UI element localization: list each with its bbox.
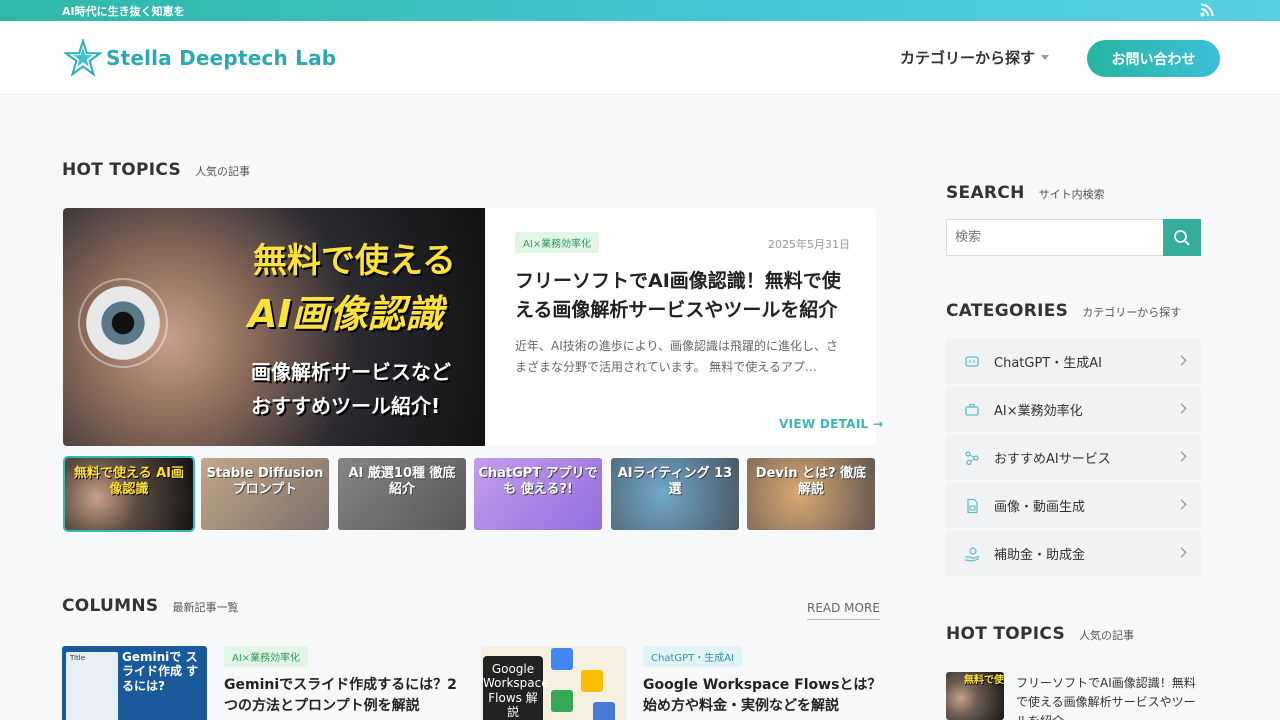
star-logo-icon — [64, 39, 102, 77]
column-article-image[interactable]: Title Geminiで スライド作成 するには? — [62, 646, 207, 720]
thumbnail-slide[interactable]: AI 厳選10種 徹底紹介 — [338, 458, 466, 530]
slide-doc-label: Title — [70, 654, 86, 662]
image-file-icon — [967, 498, 978, 513]
columns-heading: COLUMNS 最新記事一覧 — [62, 596, 238, 616]
thumbnail-caption: AIライティング 13選 — [617, 466, 733, 498]
nav-category-dropdown[interactable]: カテゴリーから探す — [900, 47, 1050, 68]
featured-article-excerpt: 近年、AI技術の進歩により、画像認識は飛躍的に進化し、さまざまな分野で活用されて… — [515, 338, 839, 375]
column-article-image[interactable]: Google Workspace Flows 解説 — [481, 646, 626, 720]
category-item-chatgpt[interactable]: ChatGPT・生成AI — [946, 339, 1201, 384]
nav-category-label: カテゴリーから探す — [900, 49, 1036, 67]
rss-icon[interactable] — [1200, 3, 1214, 17]
category-label: 補助金・助成金 — [994, 548, 1086, 563]
category-label: AI×業務効率化 — [994, 404, 1083, 419]
sidebar-hot-topics-title: HOT TOPICS — [946, 624, 1066, 644]
slide-doc-graphic: Title — [66, 652, 118, 720]
featured-image-line-1: 無料で使える — [253, 241, 456, 281]
search-form — [946, 219, 1201, 256]
category-list: ChatGPT・生成AI AI×業務効率化 おすすめAIサービス 画像・動画生成… — [946, 339, 1201, 579]
featured-article-image[interactable]: 無料で使える AI画像認識 画像解析サービスなど おすすめツール紹介! — [63, 208, 485, 446]
featured-image-line-4: おすすめツール紹介! — [251, 394, 441, 418]
site-tagline: AI時代に生き抜く知恵を — [62, 5, 185, 18]
thumbnail-slide[interactable]: Stable Diffusion プロンプト — [201, 458, 329, 530]
search-button[interactable] — [1163, 219, 1201, 256]
featured-article-body: AI×業務効率化 2025年5月31日 フリーソフトでAI画像認識！無料で使える… — [515, 232, 850, 379]
columns-subtitle: 最新記事一覧 — [172, 601, 239, 614]
site-header: Stella Deeptech Lab カテゴリーから探す お問い合わせ — [0, 21, 1280, 95]
thumbnail-caption: AI 厳選10種 徹底紹介 — [348, 466, 456, 498]
search-icon — [1174, 229, 1190, 246]
thumbnail-caption: 無料で使える AI画像認識 — [73, 466, 185, 498]
app-icon — [581, 670, 603, 692]
featured-image-line-3: 画像解析サービスなど — [251, 360, 451, 384]
logo-text: Stella Deeptech Lab — [106, 46, 337, 70]
columns-title: COLUMNS — [62, 596, 159, 616]
top-bar: AI時代に生き抜く知恵を — [0, 0, 1280, 21]
read-more-link[interactable]: READ MORE — [807, 601, 880, 620]
contact-button[interactable]: お問い合わせ — [1087, 40, 1220, 77]
featured-image-line-2: AI画像認識 — [248, 292, 444, 336]
categories-heading: CATEGORIES カテゴリーから探す — [946, 301, 1181, 321]
categories-subtitle: カテゴリーから探す — [1082, 306, 1182, 319]
featured-article-title[interactable]: フリーソフトでAI画像認識！無料で使える画像解析サービスやツールを紹介 — [515, 267, 850, 326]
thumbnail-caption: Devin とは? 徹底解説 — [755, 466, 867, 498]
thumbnail-slide[interactable]: ChatGPT アプリでも 使える?! — [474, 458, 602, 530]
search-subtitle: サイト内検索 — [1038, 188, 1105, 201]
site-logo[interactable]: Stella Deeptech Lab — [64, 39, 336, 77]
chevron-right-icon — [1176, 547, 1187, 558]
category-item-subsidies[interactable]: 補助金・助成金 — [946, 531, 1201, 576]
search-input[interactable] — [946, 219, 1163, 256]
hot-topics-subtitle: 人気の記事 — [195, 165, 251, 178]
category-item-media-generation[interactable]: 画像・動画生成 — [946, 483, 1201, 528]
hot-topics-heading: HOT TOPICS 人気の記事 — [62, 160, 250, 180]
thumbnail-slide[interactable]: Devin とは? 徹底解説 — [747, 458, 875, 530]
sidebar-hot-article-title[interactable]: フリーソフトでAI画像認識！無料で使える画像解析サービスやツールを紹介 — [1016, 674, 1196, 720]
category-badge[interactable]: AI×業務効率化 — [224, 646, 309, 667]
category-badge[interactable]: AI×業務効率化 — [515, 232, 600, 253]
search-heading: SEARCH サイト内検索 — [946, 183, 1105, 203]
chevron-right-icon — [1176, 355, 1187, 366]
search-title: SEARCH — [946, 183, 1025, 203]
chevron-right-icon — [1176, 451, 1187, 462]
chevron-right-icon — [1176, 499, 1187, 510]
category-label: 画像・動画生成 — [994, 500, 1086, 515]
view-detail-link[interactable]: VIEW DETAIL → — [779, 417, 883, 431]
thumbnail-slide[interactable]: 無料で使える AI画像認識 — [63, 456, 195, 532]
sidebar-hot-topics-subtitle: 人気の記事 — [1079, 629, 1135, 642]
app-icon — [593, 702, 615, 720]
caret-down-icon — [1041, 55, 1050, 60]
column-article-title[interactable]: Google Workspace Flowsとは？始め方や料金・実例などを解説 — [643, 675, 883, 717]
category-item-efficiency[interactable]: AI×業務効率化 — [946, 387, 1201, 432]
eye-graphic — [78, 278, 168, 368]
column-article-title[interactable]: Geminiでスライド作成するには？2つの方法とプロンプト例を解説 — [224, 675, 464, 717]
thumbnail-slide[interactable]: AIライティング 13選 — [611, 458, 739, 530]
app-icon — [551, 648, 573, 670]
category-label: ChatGPT・生成AI — [994, 356, 1102, 371]
chat-bot-icon — [965, 355, 979, 367]
featured-article-card[interactable]: 無料で使える AI画像認識 画像解析サービスなど おすすめツール紹介! AI×業… — [63, 208, 876, 446]
sidebar-hot-article-image[interactable]: 無料で使 AI画像 — [946, 672, 1004, 720]
categories-title: CATEGORIES — [946, 301, 1069, 321]
category-label: おすすめAIサービス — [994, 452, 1111, 467]
thumbnail-caption: Stable Diffusion プロンプト — [206, 466, 324, 498]
sidebar-hot-article[interactable]: 無料で使 AI画像 フリーソフトでAI画像認識！無料で使える画像解析サービスやツ… — [946, 672, 1201, 720]
briefcase-icon — [965, 403, 979, 416]
column-image-caption: Geminiで スライド作成 するには? — [122, 650, 199, 693]
coin-hand-icon — [965, 546, 979, 562]
column-article-body: ChatGPT・生成AI Google Workspace Flowsとは？始め… — [643, 646, 883, 717]
category-item-ai-services[interactable]: おすすめAIサービス — [946, 435, 1201, 480]
app-icon — [551, 690, 573, 712]
category-badge[interactable]: ChatGPT・生成AI — [643, 646, 743, 667]
article-date: 2025年5月31日 — [768, 238, 850, 251]
hot-topics-title: HOT TOPICS — [62, 160, 182, 180]
sidebar-hot-image-caption: 無料で使 AI画像 — [964, 675, 1004, 686]
column-article-body: AI×業務効率化 Geminiでスライド作成するには？2つの方法とプロンプト例を… — [224, 646, 464, 717]
thumbnail-caption: ChatGPT アプリでも 使える?! — [478, 466, 598, 498]
chevron-right-icon — [1176, 403, 1187, 414]
network-icon — [965, 450, 979, 465]
sidebar-hot-topics-heading: HOT TOPICS 人気の記事 — [946, 624, 1134, 644]
column-image-caption: Google Workspace Flows 解説 — [483, 656, 549, 720]
